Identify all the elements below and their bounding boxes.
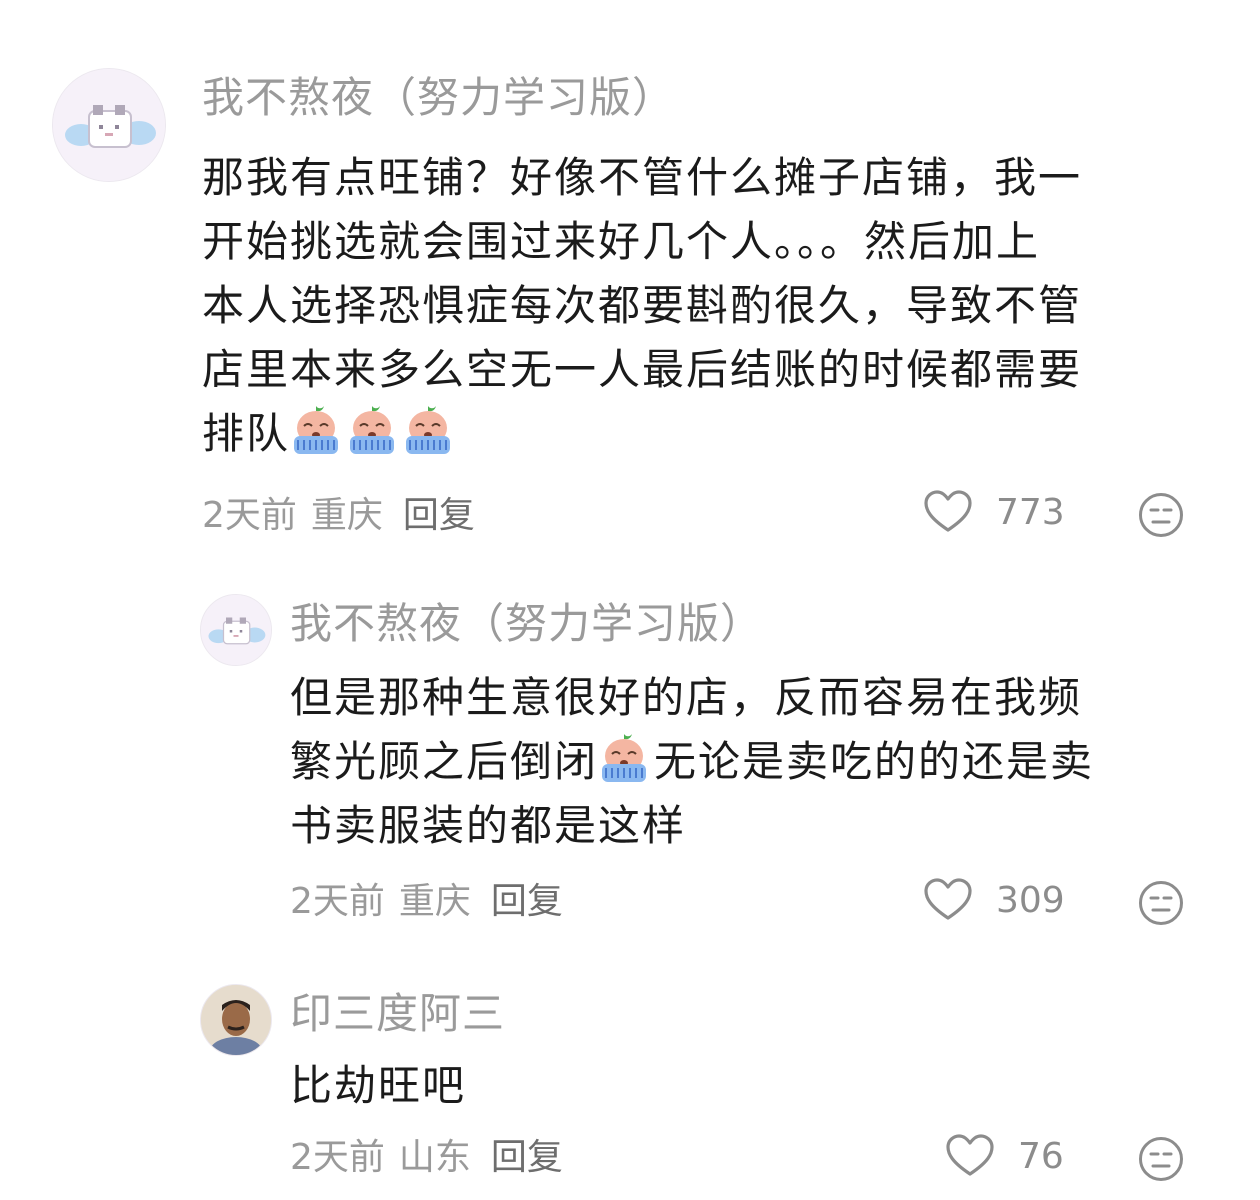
comment-time: 2天前 [290, 881, 385, 922]
neutral-face-icon [1138, 492, 1184, 538]
comment-text: 那我有点旺铺？好像不管什么摊子店铺，我一 开始挑选就会围过来好几个人。。。然后加… [202, 146, 1082, 466]
person-avatar-icon [201, 985, 271, 1055]
like-count: 309 [996, 879, 1065, 921]
like-button[interactable]: 309 [924, 878, 1065, 922]
comment-author[interactable]: 我不熬夜（努力学习版） [202, 72, 675, 124]
comment-line: 但是那种生意很好的店，反而容易在我频 [290, 673, 1083, 722]
crying-emoji-icon [598, 732, 650, 784]
reply-button[interactable]: 回复 [491, 881, 563, 922]
user-avatar[interactable] [200, 594, 272, 666]
comment-line-text: 繁光顾之后倒闭 [290, 737, 599, 786]
comment-meta: 2天前 重庆 回复 [202, 494, 489, 538]
crying-emoji-icon [402, 404, 454, 456]
comment-line: 那我有点旺铺？好像不管什么摊子店铺，我一 [202, 153, 1083, 202]
like-count: 76 [1018, 1135, 1064, 1177]
like-button[interactable]: 76 [946, 1134, 1064, 1178]
react-button[interactable] [1138, 492, 1184, 538]
comment-line: 开始挑选就会围过来好几个人。。。然后加上 [202, 217, 1041, 266]
reply-button[interactable]: 回复 [491, 1137, 563, 1178]
comment-author[interactable]: 我不熬夜（努力学习版） [290, 598, 763, 650]
comment-text: 比劫旺吧 [290, 1054, 466, 1118]
comment-author[interactable]: 印三度阿三 [290, 988, 505, 1040]
comment-meta: 2天前 山东 回复 [290, 1136, 577, 1180]
heart-outline-icon [924, 490, 972, 534]
cloud-avatar-icon [201, 595, 271, 665]
comment-line: 本人选择恐惧症每次都要斟酌很久，导致不管 [202, 281, 1083, 330]
neutral-face-icon [1138, 1136, 1184, 1182]
heart-outline-icon [924, 878, 972, 922]
comment-line: 繁光顾之后倒闭 无论是卖吃的的还是卖 [290, 730, 1094, 794]
comment-line-text: 无论是卖吃的的还是卖 [654, 737, 1095, 786]
like-count: 773 [996, 491, 1065, 533]
user-avatar[interactable] [200, 984, 272, 1056]
comment-location: 重庆 [398, 881, 471, 922]
comment-line: 店里本来多么空无一人最后结账的时候都需要 [202, 345, 1083, 394]
react-button[interactable] [1138, 1136, 1184, 1182]
comment-line: 排队 [202, 402, 1082, 466]
comment-text: 但是那种生意很好的店，反而容易在我频 繁光顾之后倒闭 无论是卖吃的的还是卖 书卖服… [290, 666, 1094, 858]
crying-emoji-icon [290, 404, 342, 456]
react-button[interactable] [1138, 880, 1184, 926]
heart-outline-icon [946, 1134, 994, 1178]
cloud-avatar-icon [53, 69, 165, 181]
comment-location: 重庆 [310, 495, 383, 536]
comment-time: 2天前 [202, 495, 297, 536]
comment-meta: 2天前 重庆 回复 [290, 880, 577, 924]
comment-line: 书卖服装的都是这样 [290, 801, 687, 850]
comment-line-text: 排队 [202, 409, 291, 458]
reply-button[interactable]: 回复 [403, 495, 475, 536]
user-avatar[interactable] [52, 68, 166, 182]
crying-emoji-icon [346, 404, 398, 456]
neutral-face-icon [1138, 880, 1184, 926]
like-button[interactable]: 773 [924, 490, 1065, 534]
comment-line: 比劫旺吧 [290, 1061, 467, 1110]
comment-time: 2天前 [290, 1137, 385, 1178]
comment-location: 山东 [398, 1137, 471, 1178]
